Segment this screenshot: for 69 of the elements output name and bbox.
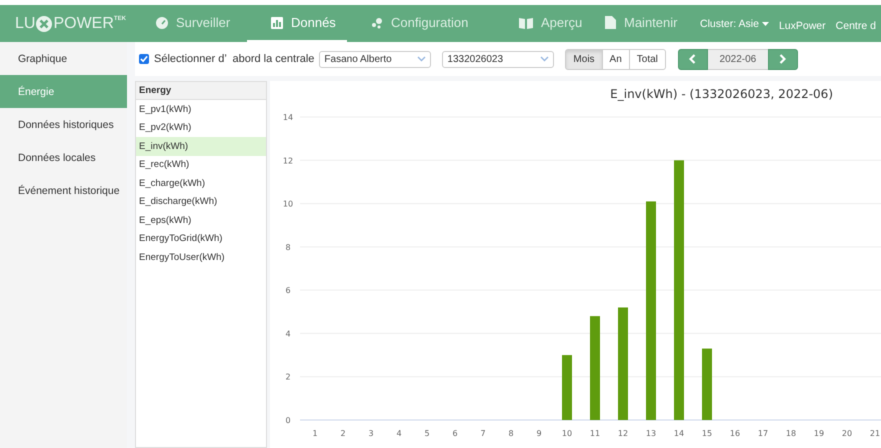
list-item[interactable]: E_pv1(kWh) <box>136 100 266 118</box>
x-axis-label: 2 <box>340 429 346 438</box>
checkbox-label: Sélectionner d’ abord la centrale <box>154 53 314 65</box>
bar <box>562 355 572 420</box>
y-axis-label: 6 <box>285 286 291 296</box>
document-icon <box>605 16 616 29</box>
x-axis-label: 11 <box>590 429 600 438</box>
book-icon <box>519 16 533 28</box>
x-axis-label: 13 <box>646 429 656 438</box>
bar-chart-icon <box>271 16 283 28</box>
period-button[interactable]: Total <box>628 48 666 70</box>
plant-dropdown[interactable]: Fasano Alberto <box>319 50 432 68</box>
period-button[interactable]: Mois <box>565 48 603 70</box>
x-axis-label: 14 <box>674 429 684 438</box>
x-circle-icon <box>36 16 52 32</box>
period-button[interactable]: An <box>602 48 630 70</box>
x-axis-label: 19 <box>814 429 824 438</box>
x-axis-label: 18 <box>786 429 796 438</box>
y-axis-label: 2 <box>285 372 291 382</box>
list-item[interactable]: EnergyToUser(kWh) <box>136 248 266 266</box>
x-axis-label: 5 <box>424 429 430 438</box>
list-header: Energy <box>136 82 266 100</box>
device-dropdown[interactable]: 1332026023 <box>442 50 554 68</box>
caret-icon <box>762 22 769 26</box>
y-axis-label: 4 <box>285 329 291 338</box>
previous-button[interactable] <box>678 48 708 70</box>
list-item[interactable]: EnergyToGrid(kWh) <box>136 230 266 248</box>
x-axis-label: 16 <box>730 429 740 438</box>
x-axis-label: 3 <box>368 429 374 438</box>
list-item[interactable]: E_pv2(kWh) <box>136 118 266 137</box>
y-axis-label: 0 <box>285 416 291 425</box>
sidebar-item[interactable]: Données historiques <box>0 108 127 141</box>
date-field[interactable]: 2022-06 <box>708 48 768 70</box>
y-axis-label: 12 <box>282 156 294 166</box>
x-axis-label: 7 <box>480 429 486 438</box>
x-axis-label: 12 <box>618 429 628 438</box>
x-axis-label: 9 <box>536 429 542 438</box>
sidebar-item[interactable]: Événement historique <box>0 174 127 207</box>
x-axis-label: 15 <box>702 429 712 438</box>
next-button[interactable] <box>768 48 798 70</box>
chevron-down-icon <box>417 56 426 62</box>
sidebar-item[interactable]: Graphique <box>0 42 127 75</box>
checkbox[interactable] <box>139 54 149 64</box>
check-icon <box>140 55 148 63</box>
list-item[interactable]: E_inv(kWh) <box>136 137 266 156</box>
chevron-right-icon <box>779 54 786 64</box>
list-item[interactable]: E_discharge(kWh) <box>136 192 266 211</box>
list-item[interactable]: E_charge(kWh) <box>136 174 266 192</box>
y-axis-label: 14 <box>282 113 294 122</box>
gauge-icon <box>156 16 168 28</box>
chart-title: E_inv(kWh) - (1332026023, 2022-06) <box>610 87 833 101</box>
x-axis-label: 4 <box>396 429 402 438</box>
y-axis-label: 10 <box>282 200 294 209</box>
list-item[interactable]: E_rec(kWh) <box>136 156 266 174</box>
x-axis-label: 21 <box>870 429 880 438</box>
sidebar-item[interactable]: Données locales <box>0 141 127 174</box>
x-axis-label: 17 <box>758 429 768 438</box>
chevron-left-icon <box>689 54 696 64</box>
x-axis-label: 8 <box>508 429 514 438</box>
dots-icon <box>371 16 383 28</box>
x-axis-label: 20 <box>842 429 852 438</box>
logo: LU POWER$^{TEK}$ <box>14 14 127 34</box>
x-axis-label: 1 <box>312 429 318 438</box>
x-axis-label: 6 <box>452 429 458 438</box>
chevron-down-icon <box>540 56 550 62</box>
list-item[interactable]: E_eps(kWh) <box>136 211 266 230</box>
y-axis-label: 8 <box>285 242 291 252</box>
bar <box>702 348 712 420</box>
x-axis-label: 10 <box>562 429 572 438</box>
